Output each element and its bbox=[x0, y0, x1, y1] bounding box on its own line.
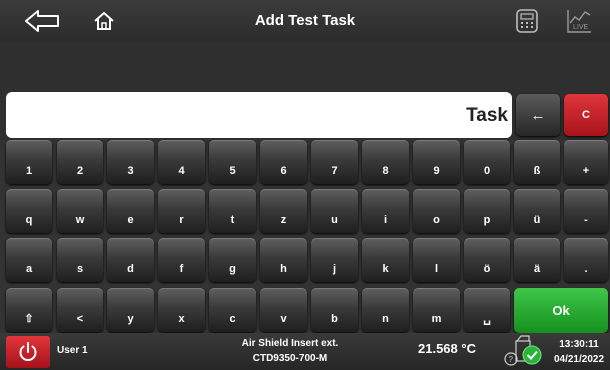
key[interactable]: + bbox=[564, 140, 608, 184]
key[interactable]: u bbox=[311, 189, 358, 233]
clear-key[interactable]: C bbox=[564, 94, 608, 136]
key[interactable]: w bbox=[57, 189, 103, 233]
key[interactable]: m bbox=[413, 288, 460, 332]
key[interactable]: ä bbox=[514, 238, 560, 282]
backspace-key[interactable]: ← bbox=[516, 94, 560, 136]
key[interactable]: 8 bbox=[362, 140, 409, 184]
key[interactable]: n bbox=[362, 288, 409, 332]
ok-button[interactable]: Ok bbox=[514, 288, 608, 333]
key[interactable]: t bbox=[209, 189, 256, 233]
header-bar: Add Test Task LIVE bbox=[0, 0, 610, 42]
key[interactable]: ü bbox=[514, 189, 560, 233]
key[interactable]: - bbox=[564, 189, 608, 233]
on-screen-keyboard: 1 2 3 4 5 6 7 8 9 0 ß + q w e r t z u i … bbox=[0, 140, 610, 333]
key[interactable]: o bbox=[413, 189, 460, 233]
svg-text:LIVE: LIVE bbox=[573, 24, 589, 31]
key[interactable]: ß bbox=[514, 140, 560, 184]
date-label: 04/21/2022 bbox=[553, 354, 605, 365]
key[interactable]: v bbox=[260, 288, 307, 332]
key[interactable]: 9 bbox=[413, 140, 460, 184]
key[interactable]: j bbox=[311, 238, 358, 282]
key[interactable]: 2 bbox=[57, 140, 103, 184]
power-button[interactable] bbox=[6, 336, 50, 368]
time-label: 13:30:11 bbox=[559, 339, 599, 350]
key[interactable]: i bbox=[362, 189, 409, 233]
live-chart-button[interactable]: LIVE bbox=[564, 6, 594, 36]
key[interactable]: 3 bbox=[107, 140, 154, 184]
shift-key[interactable]: ⇧ bbox=[6, 288, 52, 332]
key[interactable]: x bbox=[158, 288, 205, 332]
calculator-button[interactable] bbox=[512, 6, 542, 36]
key[interactable]: y bbox=[107, 288, 154, 332]
key[interactable]: 7 bbox=[311, 140, 358, 184]
temperature-readout: 21.568 °C bbox=[418, 341, 476, 356]
text-input-field[interactable]: Task bbox=[6, 92, 512, 138]
clock: 13:30:11 04/21/2022 bbox=[551, 337, 607, 367]
key[interactable]: b bbox=[311, 288, 358, 332]
key[interactable]: d bbox=[107, 238, 154, 282]
key[interactable]: e bbox=[107, 189, 154, 233]
key[interactable]: . bbox=[564, 238, 608, 282]
key[interactable]: q bbox=[6, 189, 52, 233]
user-label: User 1 bbox=[57, 345, 88, 356]
key[interactable]: 1 bbox=[6, 140, 52, 184]
svg-text:?: ? bbox=[509, 355, 514, 364]
key[interactable]: p bbox=[464, 189, 510, 233]
key[interactable]: z bbox=[260, 189, 307, 233]
screen: Add Test Task LIVE Task ← C 1 2 3 4 5 6 … bbox=[0, 0, 610, 370]
key[interactable]: g bbox=[209, 238, 256, 282]
space-key[interactable]: ␣ bbox=[464, 288, 510, 332]
key[interactable]: < bbox=[57, 288, 103, 332]
live-chart-icon: LIVE bbox=[567, 10, 591, 33]
device-name-line2: CTD9350-700-M bbox=[252, 353, 328, 364]
calculator-icon bbox=[516, 9, 538, 33]
key[interactable]: l bbox=[413, 238, 460, 282]
power-icon bbox=[19, 342, 37, 361]
device-name-line1: Air Shield Insert ext. bbox=[241, 338, 339, 349]
key[interactable]: 4 bbox=[158, 140, 205, 184]
key[interactable]: f bbox=[158, 238, 205, 282]
device-name: Air Shield Insert ext. CTD9350-700-M bbox=[220, 336, 360, 366]
input-row: Task ← C bbox=[0, 90, 610, 140]
key[interactable]: s bbox=[57, 238, 103, 282]
sensor-status-icon: ? bbox=[504, 335, 542, 366]
key[interactable]: a bbox=[6, 238, 52, 282]
empty-area bbox=[0, 42, 610, 90]
key[interactable]: 5 bbox=[209, 140, 256, 184]
key[interactable]: ö bbox=[464, 238, 510, 282]
status-bar: User 1 Air Shield Insert ext. CTD9350-70… bbox=[0, 333, 610, 370]
key[interactable]: 0 bbox=[464, 140, 510, 184]
key[interactable]: r bbox=[158, 189, 205, 233]
key[interactable]: c bbox=[209, 288, 256, 332]
key[interactable]: k bbox=[362, 238, 409, 282]
key[interactable]: 6 bbox=[260, 140, 307, 184]
key[interactable]: h bbox=[260, 238, 307, 282]
